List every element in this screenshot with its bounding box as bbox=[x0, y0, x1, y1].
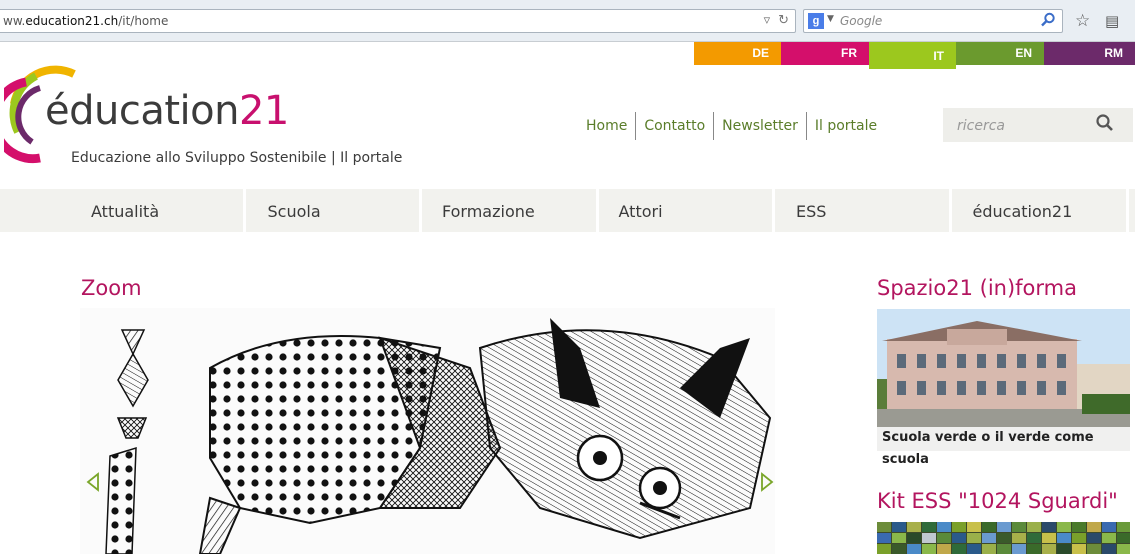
toplink-home[interactable]: Home bbox=[578, 112, 635, 140]
nav-item-attori[interactable]: Attori bbox=[598, 189, 772, 232]
language-de[interactable]: DE bbox=[694, 42, 781, 65]
kit-heading: Kit ESS "1024 Sguardi" bbox=[877, 489, 1118, 513]
site-tagline: Educazione allo Sviluppo Sostenibile | I… bbox=[71, 150, 403, 166]
zoom-illustration bbox=[80, 308, 775, 554]
reload-icon[interactable]: ↻ bbox=[778, 13, 789, 28]
address-bar[interactable]: ww.education21.ch/it/home ▿ ↻ bbox=[0, 9, 796, 33]
slider-next-arrow-icon[interactable] bbox=[760, 472, 774, 492]
nav-item-education21[interactable]: éducation21 bbox=[951, 189, 1126, 232]
spazio-teaser-caption[interactable]: Scuola verde o il verde come scuola bbox=[877, 427, 1130, 467]
browser-search-box[interactable]: g ▼ Google bbox=[803, 9, 1063, 33]
nav-item-overflow bbox=[1129, 189, 1135, 232]
main-navigation: Attualità Scuola Formazione Attori ESS é… bbox=[0, 189, 1135, 232]
dropdown-arrow-icon[interactable]: ▿ bbox=[764, 13, 771, 28]
spazio-heading: Spazio21 (in)forma bbox=[877, 276, 1077, 300]
search-icon[interactable] bbox=[1095, 113, 1115, 133]
nav-item-scuola[interactable]: Scuola bbox=[245, 189, 419, 232]
bookmark-star-icon[interactable]: ☆ bbox=[1075, 11, 1090, 31]
language-it[interactable]: IT bbox=[869, 42, 956, 69]
slider-prev-arrow-icon[interactable] bbox=[86, 472, 100, 492]
photo-mosaic bbox=[877, 522, 1130, 554]
google-icon[interactable]: g bbox=[808, 13, 824, 29]
top-links: Home Contatto Newsletter Il portale bbox=[578, 112, 885, 140]
browser-search-placeholder: Google bbox=[840, 14, 883, 28]
site-search-placeholder: ricerca bbox=[957, 118, 1005, 134]
logo-wordmark[interactable]: éducation21 bbox=[45, 89, 289, 133]
toplink-il-portale[interactable]: Il portale bbox=[805, 112, 885, 140]
browser-toolbar: ww.education21.ch/it/home ▿ ↻ g ▼ Google… bbox=[0, 0, 1135, 42]
nav-item-attualita[interactable]: Attualità bbox=[0, 189, 243, 232]
library-icon[interactable]: ▤ bbox=[1105, 12, 1119, 30]
engine-caret-icon[interactable]: ▼ bbox=[827, 14, 834, 24]
search-icon[interactable] bbox=[1040, 12, 1056, 28]
language-rm[interactable]: RM bbox=[1044, 42, 1135, 65]
language-fr[interactable]: FR bbox=[781, 42, 869, 65]
nav-item-ess[interactable]: ESS bbox=[775, 189, 949, 232]
nav-item-formazione[interactable]: Formazione bbox=[422, 189, 596, 232]
site-search-input[interactable]: ricerca bbox=[943, 108, 1133, 142]
language-en[interactable]: EN bbox=[956, 42, 1044, 65]
url-text: ww.education21.ch/it/home bbox=[3, 14, 169, 28]
toplink-contatto[interactable]: Contatto bbox=[635, 112, 713, 140]
zoom-slider-image[interactable] bbox=[80, 308, 775, 554]
toplink-newsletter[interactable]: Newsletter bbox=[713, 112, 806, 140]
zoom-heading: Zoom bbox=[81, 276, 142, 300]
kit-mosaic-image[interactable] bbox=[877, 522, 1130, 554]
